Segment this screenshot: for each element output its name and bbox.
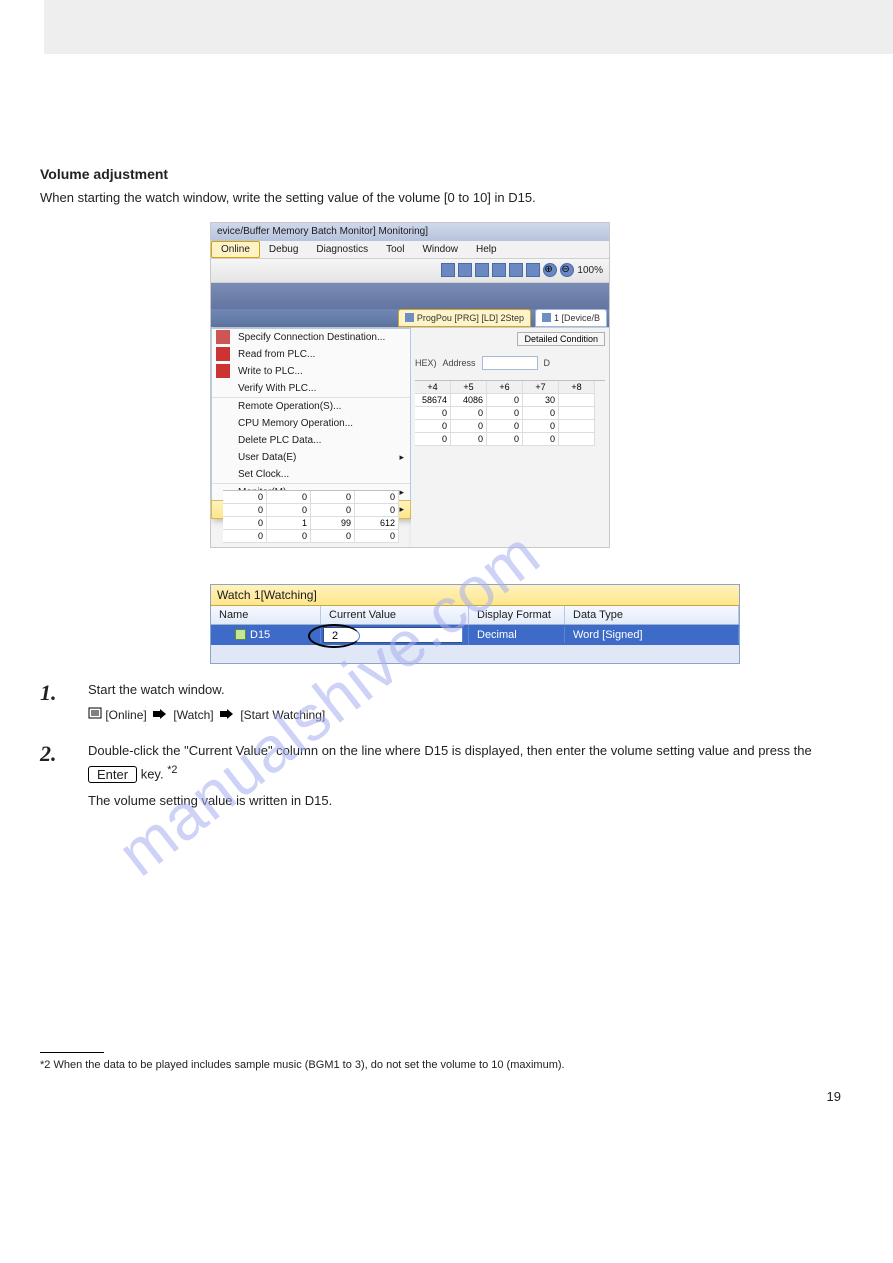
- step-1: 1. Start the watch window. [Online] [Wat…: [40, 680, 853, 726]
- dd-user-data[interactable]: User Data(E)▸: [212, 449, 410, 466]
- watch-header: Name Current Value Display Format Data T…: [211, 606, 739, 625]
- current-value-input[interactable]: 2: [323, 627, 463, 643]
- zoom-value: 100%: [577, 265, 603, 276]
- col-name: Name: [211, 606, 321, 624]
- hex-label: HEX): [415, 358, 437, 368]
- col-head: +6: [487, 381, 523, 394]
- zoom-in-icon[interactable]: ⊕: [543, 263, 557, 277]
- screenshot-watch: Watch 1[Watching] Name Current Value Dis…: [210, 584, 740, 664]
- detailed-condition-button[interactable]: Detailed Condition: [517, 332, 605, 346]
- page-number: 19: [40, 1089, 841, 1104]
- toolbar-icon[interactable]: [441, 263, 455, 277]
- screenshot-menu: evice/Buffer Memory Batch Monitor] Monit…: [210, 222, 610, 548]
- ribbon-spacer: [211, 283, 609, 309]
- col-data-type: Data Type: [565, 606, 739, 624]
- menu-diagnostics[interactable]: Diagnostics: [307, 242, 377, 257]
- footnote: *2 When the data to be played includes s…: [40, 1059, 853, 1071]
- toolbar-icon[interactable]: [526, 263, 540, 277]
- doc-icon: [542, 313, 551, 322]
- col-head: +5: [451, 381, 487, 394]
- tab-label: 1 [Device/B: [554, 313, 600, 323]
- device-icon: [235, 629, 246, 640]
- step-text-a: Double-click the "Current Value" column …: [88, 743, 812, 758]
- chevron-right-icon: ▸: [399, 504, 404, 515]
- monitor-pane: Detailed Condition HEX) Address D +4 +5 …: [411, 328, 609, 547]
- current-value: 2: [332, 630, 338, 642]
- doc-icon: [405, 313, 414, 322]
- bg-grid: 0000 0000 0199612 0000: [223, 490, 399, 543]
- dd-read-plc[interactable]: Read from PLC...: [212, 346, 410, 363]
- menubar[interactable]: Online Debug Diagnostics Tool Window Hel…: [211, 241, 609, 259]
- toolbar-icon[interactable]: [492, 263, 506, 277]
- menu-icon: [88, 707, 102, 719]
- nav-start-watching: [Start Watching]: [240, 708, 325, 722]
- intro-text: When starting the watch window, write th…: [40, 188, 853, 208]
- watch-window-title: Watch 1[Watching]: [211, 585, 739, 606]
- col-display-format: Display Format: [469, 606, 565, 624]
- address-label: Address: [443, 358, 476, 368]
- menu-window[interactable]: Window: [413, 242, 467, 257]
- address-input[interactable]: [482, 356, 538, 370]
- col-current-value: Current Value: [321, 606, 469, 624]
- toolbar-icon[interactable]: [458, 263, 472, 277]
- footnote-ref: *2: [167, 764, 177, 776]
- tab-label: ProgPou [PRG] [LD] 2Step: [417, 313, 524, 323]
- chevron-right-icon: ▸: [399, 452, 404, 463]
- nav-watch: [Watch]: [173, 708, 213, 722]
- step-text-c: The volume setting value is written in D…: [88, 791, 853, 812]
- arrow-right-icon: [153, 709, 167, 719]
- step-number: 1.: [40, 680, 74, 726]
- toolbar-icon[interactable]: [509, 263, 523, 277]
- col-head: +8: [559, 381, 595, 394]
- toolbar: ⊕ ⊖ 100%: [211, 259, 609, 283]
- col-head: +7: [523, 381, 559, 394]
- arrow-right-icon: [220, 709, 234, 719]
- device-name: D15: [250, 629, 270, 641]
- dec-hint: D: [544, 358, 551, 368]
- display-format: Decimal: [469, 627, 565, 643]
- memory-grid: +4 +5 +6 +7 +8 586744086030 0000 0000 00…: [415, 380, 605, 446]
- tab-progpou[interactable]: ProgPou [PRG] [LD] 2Step: [398, 309, 531, 327]
- tab-device[interactable]: 1 [Device/B: [535, 309, 607, 327]
- dd-set-clock[interactable]: Set Clock...: [212, 466, 410, 483]
- chevron-right-icon: ▸: [399, 487, 404, 498]
- dd-delete-plc[interactable]: Delete PLC Data...: [212, 432, 410, 449]
- nav-chain: [Online] [Watch] [Start Watching]: [88, 706, 853, 725]
- read-icon: [216, 347, 230, 361]
- enter-key: Enter: [88, 766, 137, 783]
- watch-footer: [211, 645, 739, 663]
- data-type: Word [Signed]: [565, 627, 739, 643]
- top-banner: [44, 0, 893, 54]
- step-number: 2.: [40, 741, 74, 812]
- step-text: Start the watch window.: [88, 680, 853, 701]
- menu-debug[interactable]: Debug: [260, 242, 307, 257]
- col-head: +4: [415, 381, 451, 394]
- step-text-b: key.: [141, 767, 164, 782]
- section-heading: Volume adjustment: [40, 166, 853, 182]
- dd-cpu-memory[interactable]: CPU Memory Operation...: [212, 415, 410, 432]
- dd-specify-connection[interactable]: Specify Connection Destination...: [212, 329, 410, 346]
- watch-row-d15[interactable]: D15 2 Decimal Word [Signed]: [211, 625, 739, 645]
- footnote-rule: [40, 1052, 104, 1053]
- step-2: 2. Double-click the "Current Value" colu…: [40, 741, 853, 812]
- menu-help[interactable]: Help: [467, 242, 506, 257]
- menu-online[interactable]: Online: [211, 241, 260, 258]
- dd-write-plc[interactable]: Write to PLC...: [212, 363, 410, 380]
- write-icon: [216, 364, 230, 378]
- menu-tool[interactable]: Tool: [377, 242, 413, 257]
- dd-remote-op[interactable]: Remote Operation(S)...: [212, 397, 410, 415]
- tab-strip: ProgPou [PRG] [LD] 2Step 1 [Device/B: [211, 309, 609, 327]
- window-titlebar: evice/Buffer Memory Batch Monitor] Monit…: [211, 223, 609, 241]
- dd-verify-plc[interactable]: Verify With PLC...: [212, 380, 410, 397]
- zoom-out-icon[interactable]: ⊖: [560, 263, 574, 277]
- nav-online: [Online]: [105, 708, 146, 722]
- toolbar-icon[interactable]: [475, 263, 489, 277]
- conn-icon: [216, 330, 230, 344]
